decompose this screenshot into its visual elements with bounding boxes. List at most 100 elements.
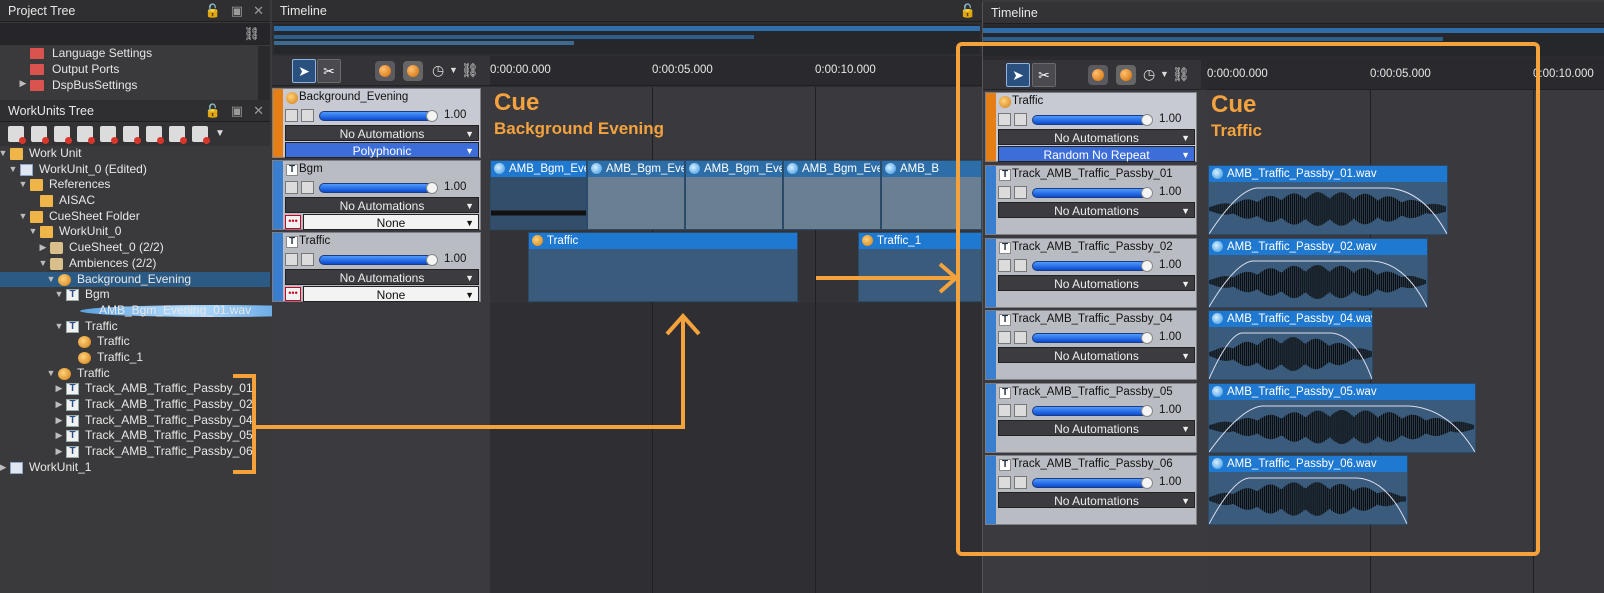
collapse-arrow-icon[interactable]: ▼ [46,272,56,288]
tree-row[interactable]: ▼ T Traffic [0,319,270,335]
volume-slider[interactable] [319,183,437,193]
play-cue-icon[interactable] [1088,65,1108,85]
select-tool-icon[interactable]: ➤ [292,59,316,83]
waveform-clip[interactable]: AMB_Traffic_Passby_02.wav [1208,237,1428,308]
volume-slider[interactable] [1032,333,1152,343]
volume-knob[interactable] [1141,332,1153,344]
cut-tool-icon[interactable]: ✂ [317,59,341,83]
track-header-traffic-cue[interactable]: Traffic 1.00 No Automations ▼ Random No R… [985,92,1197,162]
volume-knob[interactable] [426,182,438,194]
envelope-icon[interactable] [998,331,1011,344]
waveform-clip[interactable]: AMB_Bgm_Even [587,160,685,230]
waveform-clip[interactable]: AMB_Traffic_Passby_05.wav [1208,382,1476,453]
meter-icon[interactable] [301,109,314,122]
automation-dropdown[interactable]: No Automations ▼ [998,347,1195,363]
collapse-arrow-icon[interactable]: ▼ [54,287,64,303]
automation-dropdown[interactable]: No Automations ▼ [998,129,1195,145]
automation-dropdown[interactable]: No Automations ▼ [998,419,1195,436]
new-aisac-icon[interactable] [146,126,164,144]
tree-row[interactable]: Traffic_1 [0,350,270,366]
track-header-passby[interactable]: T Track_AMB_Traffic_Passby_06 1.00 No Au… [985,455,1197,525]
clock-icon[interactable]: ◷ [432,62,444,79]
tree-item-language-settings[interactable]: Language Settings [0,46,258,62]
clock-icon[interactable]: ◷ [1143,66,1155,83]
exec-icon[interactable] [1116,65,1136,85]
envelope-icon[interactable] [998,476,1011,489]
track-header-passby[interactable]: T Track_AMB_Traffic_Passby_04 1.00 No Au… [985,310,1197,380]
close-icon[interactable]: ✕ [253,103,264,119]
expand-arrow-icon[interactable]: ▶ [54,397,64,413]
float-icon[interactable]: ▣ [231,3,243,19]
tree-row[interactable]: ▶ CueSheet_0 (2/2) [0,240,270,256]
expand-arrow-icon[interactable]: ▶ [18,78,28,89]
playback-mode-dropdown[interactable]: Polyphonic ▼ [285,142,479,158]
automation-dropdown[interactable]: No Automations ▼ [285,197,479,213]
volume-slider[interactable] [319,255,437,265]
volume-knob[interactable] [1141,187,1153,199]
volume-slider[interactable] [319,111,437,121]
new-material-icon[interactable] [123,126,141,144]
waveform-clip[interactable]: AMB_Traffic_Passby_04.wav [1208,310,1373,380]
volume-knob[interactable] [1141,259,1153,272]
lock-icon[interactable]: 🔓 [960,3,976,19]
track-header-background-evening[interactable]: Background_Evening 1.00 No Automations ▼ … [272,88,481,158]
new-other-icon[interactable] [192,126,210,144]
collapse-arrow-icon[interactable]: ▼ [54,319,64,335]
tree-row[interactable]: ▼ Traffic [0,366,270,382]
tree-row[interactable]: ▼ WorkUnit_0 (Edited) [0,162,270,178]
automation-dropdown[interactable]: No Automations ▼ [285,125,479,141]
volume-slider[interactable] [1032,260,1152,271]
track-header-passby[interactable]: T Track_AMB_Traffic_Passby_05 1.00 No Au… [985,382,1197,453]
chevron-down-icon[interactable]: ▼ [1160,69,1169,79]
track-header-passby[interactable]: T Track_AMB_Traffic_Passby_01 1.00 No Au… [985,165,1197,235]
automation-dropdown[interactable]: No Automations ▼ [998,492,1195,508]
tree-item-dspbus-settings[interactable]: ▶ DspBusSettings [0,78,258,94]
new-track-icon[interactable] [54,126,72,144]
tree-row[interactable]: ▼ Ambiences (2/2) [0,256,270,272]
tree-row[interactable]: AMB_Bgm_Evening_01.wav [0,303,350,319]
tree-row[interactable]: ▶ T Track_AMB_Traffic_Passby_04 [0,413,270,429]
exec-icon[interactable] [403,61,423,81]
collapse-arrow-icon[interactable]: ▼ [8,162,18,178]
cue-clip[interactable]: Traffic_1 [858,232,982,302]
meter-icon[interactable] [1014,186,1027,199]
tree-row[interactable]: ▼ Work Unit [0,146,270,162]
volume-slider[interactable] [1032,405,1152,416]
envelope-icon[interactable] [285,109,298,122]
tree-row[interactable]: ▶ T Track_AMB_Traffic_Passby_05 [0,428,270,444]
waveform-clip[interactable]: AMB_Bgm_Even [685,160,783,230]
link-icon[interactable]: ⛓ [461,62,479,79]
volume-slider[interactable] [1032,478,1152,488]
project-tree-search-row[interactable]: ⛓ [0,23,270,45]
chevron-down-icon[interactable]: ▼ [449,65,458,75]
expand-arrow-icon[interactable]: ▶ [38,240,48,256]
expand-arrow-icon[interactable]: ▶ [54,381,64,397]
collapse-arrow-icon[interactable]: ▼ [18,209,28,225]
tree-row[interactable]: AISAC [0,193,270,209]
waveform-clip[interactable]: AMB_Traffic_Passby_01.wav [1208,165,1448,235]
track-header-passby[interactable]: T Track_AMB_Traffic_Passby_02 1.00 No Au… [985,237,1197,308]
timeline-left-canvas[interactable]: Cue Background Evening AMB_Bgm_Eve AMB_B… [490,87,982,593]
new-cue-icon[interactable] [31,126,49,144]
volume-slider[interactable] [1032,115,1152,125]
automation-dropdown[interactable]: No Automations ▼ [285,269,479,285]
mode-dropdown[interactable]: None ▼ [303,214,479,230]
waveform-clip[interactable]: AMB_Traffic_Passby_06.wav [1208,455,1408,525]
expand-arrow-icon[interactable]: ▶ [54,444,64,460]
expand-arrow-icon[interactable]: ▶ [54,413,64,429]
tree-row[interactable]: ▶ WorkUnit_1 [0,460,270,476]
automation-dropdown[interactable]: No Automations ▼ [998,274,1195,291]
close-icon[interactable]: ✕ [253,3,264,19]
volume-knob[interactable] [1141,404,1153,417]
link-icon[interactable]: ⛓ [1172,66,1190,83]
tree-row[interactable]: ▼ Background_Evening [0,271,270,288]
more-options-icon[interactable]: ••• [285,215,301,229]
envelope-icon[interactable] [285,181,298,194]
more-options-icon[interactable]: ••• [285,287,301,301]
scrollbar[interactable] [258,46,270,100]
new-category-icon[interactable] [169,126,187,144]
envelope-icon[interactable] [998,186,1011,199]
collapse-arrow-icon[interactable]: ▼ [46,366,56,382]
waveform-clip[interactable]: AMB_Bgm_Eve [490,160,587,230]
collapse-arrow-icon[interactable]: ▼ [28,224,38,240]
